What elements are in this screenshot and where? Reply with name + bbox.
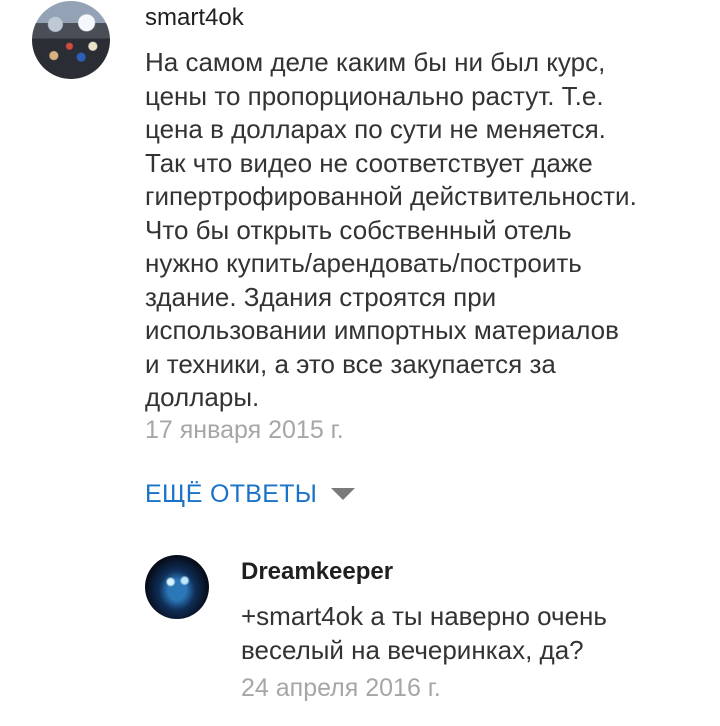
avatar[interactable] [145,555,209,619]
reply-text: +smart4ok а ты наверно очень веселый на … [241,601,607,665]
reply-author[interactable]: Dreamkeeper [241,557,393,587]
comment-author[interactable]: smart4ok [145,3,244,33]
avatar[interactable] [32,1,110,79]
more-replies-label: ЕЩЁ ОТВЕТЫ [145,480,318,508]
reply-date: 24 апреля 2016 г. [241,674,441,702]
reply: Dreamkeeper +smart4ok а ты наверно очень… [145,553,720,726]
caret-down-icon [331,488,356,500]
more-replies-button[interactable]: ЕЩЁ ОТВЕТЫ [145,478,356,510]
comment-text: На самом деле каким бы ни был курс, цены… [145,47,637,412]
comment-date: 17 января 2015 г. [145,416,344,444]
